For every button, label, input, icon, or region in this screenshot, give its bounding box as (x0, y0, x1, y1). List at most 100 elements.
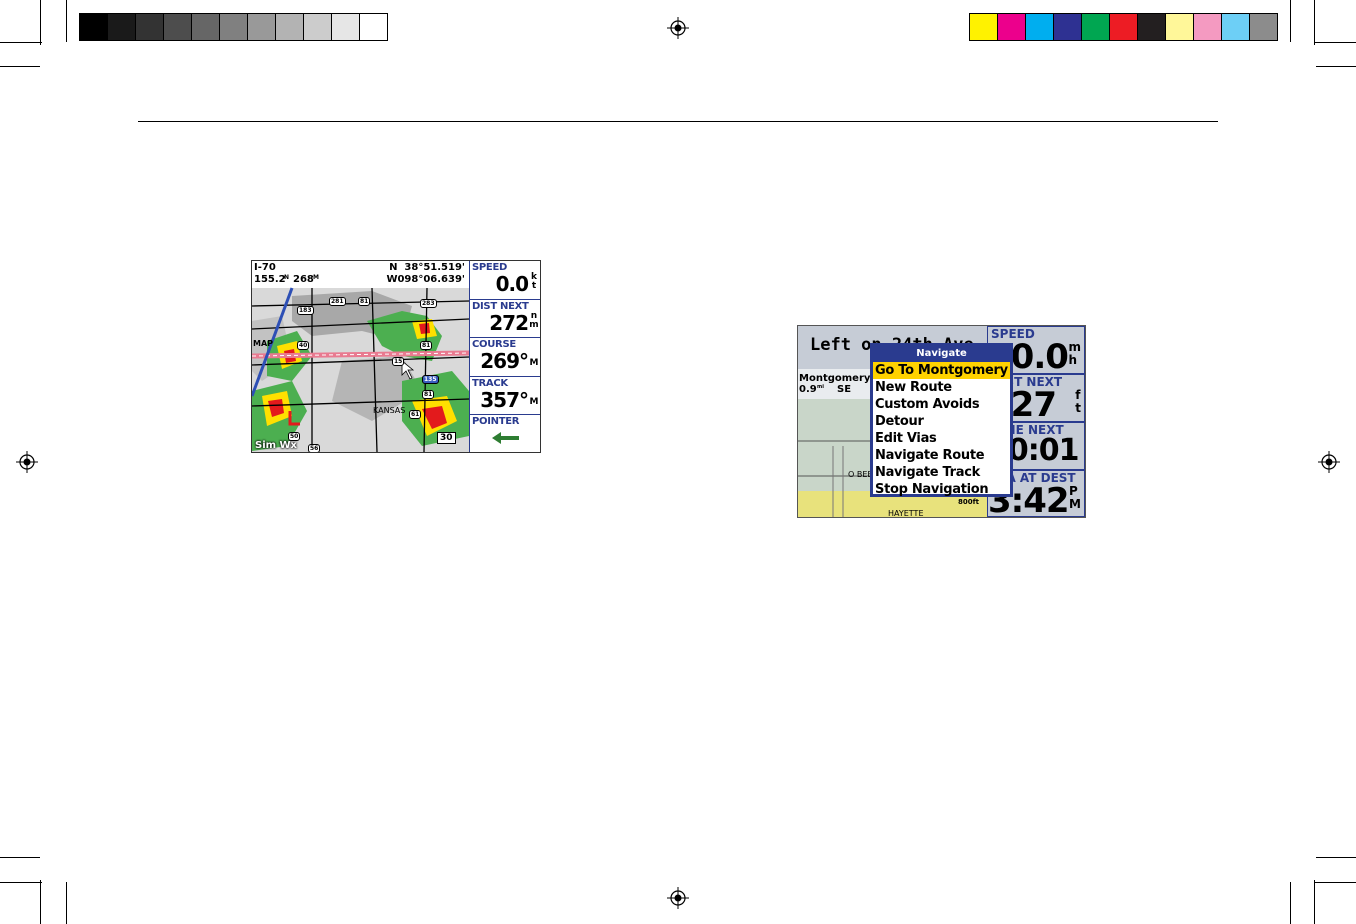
route-shield: 61 (409, 410, 422, 419)
route-distance: 155.2 (254, 274, 286, 285)
crop-mark (1314, 882, 1356, 883)
navigate-menu-screenshot: Left on 24th Ave Montgomery F 0.9 mi SE … (797, 325, 1086, 518)
crop-mark (1316, 857, 1356, 858)
map-scale: 800ft (958, 498, 980, 506)
latitude-readout: N 38°51.519' (389, 262, 465, 273)
color-swatch (1221, 13, 1250, 41)
registration-mark-icon (16, 451, 38, 473)
color-swatch (1053, 13, 1082, 41)
map-label: MAP (253, 339, 274, 348)
route-shield: 50 (288, 432, 301, 441)
menu-item-navigate-track[interactable]: Navigate Track (873, 464, 1010, 481)
color-swatch (163, 13, 192, 41)
color-swatch (191, 13, 220, 41)
destination-distance: 0.9 (799, 384, 817, 395)
field-unit: ft (1075, 388, 1081, 415)
longitude-readout: W098°06.639' (386, 274, 465, 285)
field-pointer[interactable]: POINTER (470, 415, 540, 452)
route-shield: 15 (392, 357, 405, 366)
menu-item-detour[interactable]: Detour (873, 413, 1010, 430)
field-unit: kt (531, 272, 537, 291)
data-fields-panel: SPEED 0.0 kt DIST NEXT 272 nm COURSE 269… (469, 261, 540, 452)
crop-mark (66, 882, 67, 924)
menu-item-stop-navigation[interactable]: Stop Navigation (873, 481, 1010, 498)
route-shield: 183 (297, 306, 314, 315)
color-swatch (1193, 13, 1222, 41)
destination-direction: SE (837, 384, 852, 395)
crop-mark (66, 0, 67, 42)
crop-mark (1314, 0, 1315, 45)
color-swatch (275, 13, 304, 41)
navigate-menu: Navigate Go To Montgomery Fie New Route … (870, 343, 1013, 497)
color-swatch (1081, 13, 1110, 41)
field-value: 0.0 (495, 272, 529, 296)
field-unit: PM (1069, 484, 1081, 511)
field-course[interactable]: COURSE 269° M (470, 338, 540, 377)
destination-name: Montgomery F (799, 373, 881, 384)
color-swatch (247, 13, 276, 41)
menu-item-edit-vias[interactable]: Edit Vias (873, 430, 1010, 447)
color-swatch (303, 13, 332, 41)
route-shield: 81 (358, 297, 371, 306)
field-track[interactable]: TRACK 357° M (470, 377, 540, 415)
registration-mark-icon (667, 887, 689, 909)
city-label: KANSAS (373, 406, 406, 415)
color-swatch (331, 13, 360, 41)
field-unit: nm (529, 311, 539, 330)
route-bearing: 268 (293, 274, 314, 285)
route-shield: 135 (422, 375, 439, 384)
crop-mark (40, 0, 41, 45)
field-unit: mh (1068, 340, 1081, 367)
color-swatch (359, 13, 388, 41)
crop-mark (0, 42, 42, 43)
field-value: 357° (480, 388, 529, 412)
arrow-left-icon (492, 432, 519, 444)
field-value: 269° (480, 349, 529, 373)
field-value: 272 (489, 311, 529, 335)
crop-mark (1314, 42, 1356, 43)
field-speed[interactable]: SPEED 0.0 kt (470, 261, 540, 300)
menu-item-go-to[interactable]: Go To Montgomery Fie (873, 362, 1010, 379)
crop-mark (1290, 0, 1291, 42)
crop-mark (1316, 66, 1356, 67)
route-shield: 81 (420, 341, 433, 350)
map-scale: 30 (437, 432, 456, 444)
weather-radar-map (252, 261, 469, 452)
weather-map-screenshot: I-70 155.2 N 268 M N 38°51.519' W098°06.… (251, 260, 541, 453)
field-label: POINTER (472, 416, 520, 427)
field-dist-next[interactable]: DIST NEXT 272 nm (470, 300, 540, 338)
color-swatch (1165, 13, 1194, 41)
weather-map[interactable]: I-70 155.2 N 268 M N 38°51.519' W098°06.… (252, 261, 469, 452)
crop-mark (0, 66, 40, 67)
route-shield: 81 (422, 390, 435, 399)
color-swatch (79, 13, 108, 41)
crop-mark (0, 882, 42, 883)
route-shield: 56 (308, 444, 321, 452)
route-bearing-unit: M (313, 274, 319, 281)
color-swatch (135, 13, 164, 41)
crop-mark (0, 857, 40, 858)
street-label: HAYETTE (888, 509, 924, 518)
street-label: O BEE (848, 470, 873, 479)
menu-item-custom-avoids[interactable]: Custom Avoids (873, 396, 1010, 413)
route-shield: 40 (297, 341, 310, 350)
color-swatch (1137, 13, 1166, 41)
menu-item-new-route[interactable]: New Route (873, 379, 1010, 396)
color-swatch (107, 13, 136, 41)
color-swatch (219, 13, 248, 41)
registration-mark-icon (667, 17, 689, 39)
color-swatch (1249, 13, 1278, 41)
crop-mark (1314, 880, 1315, 924)
menu-item-navigate-route[interactable]: Navigate Route (873, 447, 1010, 464)
destination-distance-unit: mi (817, 384, 824, 390)
color-swatch (1025, 13, 1054, 41)
color-swatch (1109, 13, 1138, 41)
road-name: I-70 (254, 262, 276, 273)
field-unit: M (529, 358, 539, 368)
route-distance-unit: N (284, 274, 290, 281)
field-unit: M (529, 397, 539, 407)
header-rule (138, 121, 1218, 122)
crop-mark (40, 880, 41, 924)
mode-label: Sim Wx (255, 440, 298, 451)
registration-mark-icon (1318, 451, 1340, 473)
